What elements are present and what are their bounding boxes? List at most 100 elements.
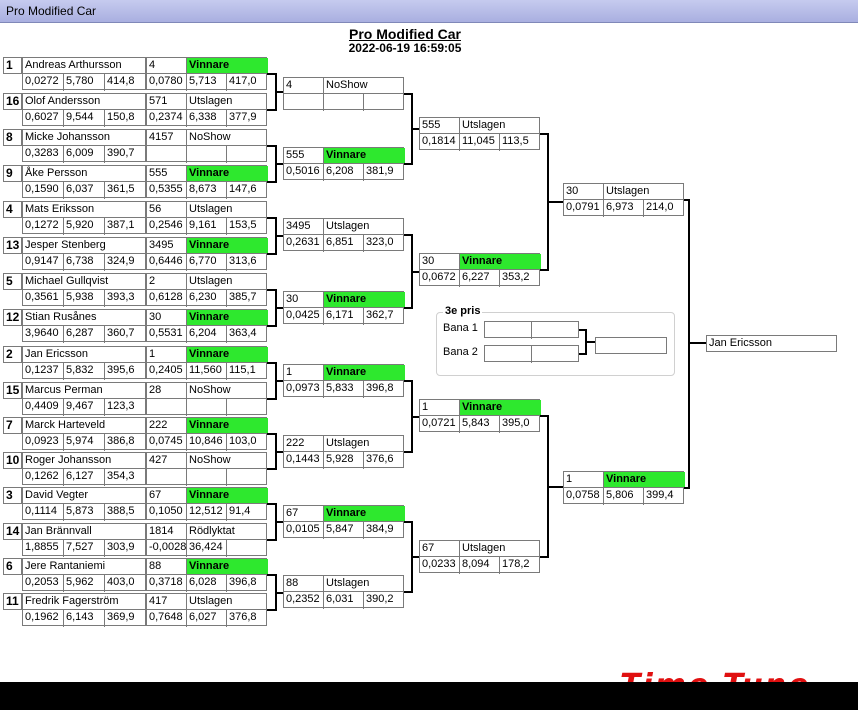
race-result-row[interactable]: 555 Vinnare	[146, 165, 268, 183]
race-time-row: 0,3718 6,028 396,8	[146, 574, 267, 592]
driver-row[interactable]: Jan Brännvall	[22, 523, 146, 540]
round3-time-row: 0,0672 6,227 353,2	[419, 269, 540, 287]
round2-result-row[interactable]: 1 Vinnare	[283, 364, 405, 382]
round2-result-row[interactable]: 555 Vinnare	[283, 147, 405, 165]
round3-result-row[interactable]: 1 Vinnare	[419, 399, 541, 417]
speed: 303,9	[107, 541, 135, 553]
race-time-row	[146, 468, 267, 486]
race-result-row[interactable]: 3495 Vinnare	[146, 237, 268, 255]
reaction-time: 0,2352	[284, 592, 324, 609]
elapsed-time: 5,713	[187, 74, 227, 91]
round2-result-row[interactable]: 30 Vinnare	[283, 291, 405, 309]
race-time-row: 0,0745 10,846 103,0	[146, 433, 267, 451]
round3-result-row[interactable]: 555 Utslagen	[419, 117, 540, 135]
race-result-row[interactable]: 417 Utslagen	[146, 593, 267, 611]
race-result-row[interactable]: 2 Utslagen	[146, 273, 267, 291]
elapsed-time: 5,920	[64, 218, 105, 235]
race-result-row[interactable]: 56 Utslagen	[146, 201, 267, 219]
speed	[227, 540, 268, 557]
speed: 91,4	[229, 505, 251, 517]
round4-time-row: 0,0791 6,973 214,0	[563, 199, 684, 217]
round2-result-row[interactable]: 88 Utslagen	[283, 575, 404, 593]
race-result-row[interactable]: 4157 NoShow	[146, 129, 267, 147]
speed: 387,1	[107, 219, 135, 231]
race-result-row[interactable]: 88 Vinnare	[146, 558, 268, 576]
driver-row[interactable]: Andreas Arthursson	[22, 57, 146, 74]
elapsed-time: 8,094	[460, 557, 500, 574]
race-result-row[interactable]: 1 Vinnare	[146, 346, 268, 364]
reaction-time: 0,2053	[23, 575, 64, 592]
elapsed-time: 11,560	[187, 363, 227, 380]
race-result-row[interactable]: 4 Vinnare	[146, 57, 268, 75]
round3-result-row[interactable]: 67 Utslagen	[419, 540, 540, 558]
round2-result-row[interactable]: 222 Utslagen	[283, 435, 404, 453]
reaction-time: 0,6446	[147, 254, 187, 271]
race-result-row[interactable]: 28 NoShow	[146, 382, 267, 400]
reaction-time: 0,0923	[23, 434, 64, 451]
round3-result-row[interactable]: 30 Vinnare	[419, 253, 541, 271]
speed: 324,9	[107, 255, 135, 267]
qualifying-row: 1,8855 7,527 303,9	[22, 539, 146, 557]
driver-row[interactable]: Jesper Stenberg	[22, 237, 146, 254]
elapsed-time: 6,143	[64, 610, 105, 627]
elapsed-time: 9,467	[64, 399, 105, 416]
race-result-row[interactable]: 67 Vinnare	[146, 487, 268, 505]
driver-row[interactable]: Åke Persson	[22, 165, 146, 182]
reaction-time: 0,1237	[23, 363, 64, 380]
seed-number: 15	[3, 382, 22, 399]
round2-result-row[interactable]: 3495 Utslagen	[283, 218, 404, 236]
speed	[364, 94, 405, 111]
race-result-row[interactable]: 1814 Rödlyktat	[146, 523, 267, 541]
speed	[227, 146, 268, 163]
round2-time-row: 0,5016 6,208 381,9	[283, 163, 404, 181]
driver-row[interactable]: Roger Johansson	[22, 452, 146, 469]
elapsed-time: 6,027	[187, 610, 227, 627]
driver-row[interactable]: David Vegter	[22, 487, 146, 504]
driver-row[interactable]: Marcus Perman	[22, 382, 146, 399]
reaction-time: 0,1814	[420, 134, 460, 151]
driver-row[interactable]: Fredrik Fagerström	[22, 593, 146, 610]
speed: 153,5	[229, 219, 257, 231]
driver-row[interactable]: Marck Harteveld	[22, 417, 146, 434]
speed: 385,7	[229, 291, 257, 303]
bracket-line	[688, 199, 690, 489]
race-result-row[interactable]: 427 NoShow	[146, 452, 267, 470]
elapsed-time: 11,045	[460, 134, 500, 151]
round2-result-row[interactable]: 4 NoShow	[283, 77, 404, 95]
speed: 178,2	[502, 558, 530, 570]
elapsed-time: 6,851	[324, 235, 364, 252]
elapsed-time: 6,031	[324, 592, 364, 609]
seed-number: 9	[3, 165, 22, 182]
race-result-row[interactable]: 222 Vinnare	[146, 417, 268, 435]
driver-row[interactable]: Micke Johansson	[22, 129, 146, 146]
elapsed-time: 9,544	[64, 110, 105, 127]
reaction-time: 0,3561	[23, 290, 64, 307]
round4-result-row[interactable]: 30 Utslagen	[563, 183, 684, 201]
driver-row[interactable]: Jere Rantaniemi	[22, 558, 146, 575]
elapsed-time: 6,204	[187, 326, 227, 343]
elapsed-time: 6,738	[64, 254, 105, 271]
champion-name: Jan Ericsson	[709, 337, 772, 349]
race-time-row: 0,6128 6,230 385,7	[146, 289, 267, 307]
race-result-row[interactable]: 571 Utslagen	[146, 93, 267, 111]
round4-time-row: 0,0758 5,806 399,4	[563, 487, 684, 505]
race-time-row: 0,7648 6,027 376,8	[146, 609, 267, 627]
seed-number: 16	[3, 93, 22, 110]
elapsed-time: 5,806	[604, 488, 644, 505]
speed: 353,2	[502, 271, 530, 283]
round2-result-row[interactable]: 67 Vinnare	[283, 505, 405, 523]
speed: 323,0	[366, 236, 394, 248]
speed: 396,8	[366, 382, 394, 394]
elapsed-time: 6,028	[187, 575, 227, 592]
driver-row[interactable]: Stian Rusånes	[22, 309, 146, 326]
race-time-row: 0,5531 6,204 363,4	[146, 325, 267, 343]
qualifying-row: 0,9147 6,738 324,9	[22, 253, 146, 271]
driver-row[interactable]: Jan Ericsson	[22, 346, 146, 363]
driver-row[interactable]: Michael Gullqvist	[22, 273, 146, 290]
driver-row[interactable]: Olof Andersson	[22, 93, 146, 110]
round4-result-row[interactable]: 1 Vinnare	[563, 471, 685, 489]
elapsed-time	[187, 399, 227, 416]
driver-row[interactable]: Mats Eriksson	[22, 201, 146, 218]
race-result-row[interactable]: 30 Vinnare	[146, 309, 268, 327]
seed-number: 3	[3, 487, 22, 504]
